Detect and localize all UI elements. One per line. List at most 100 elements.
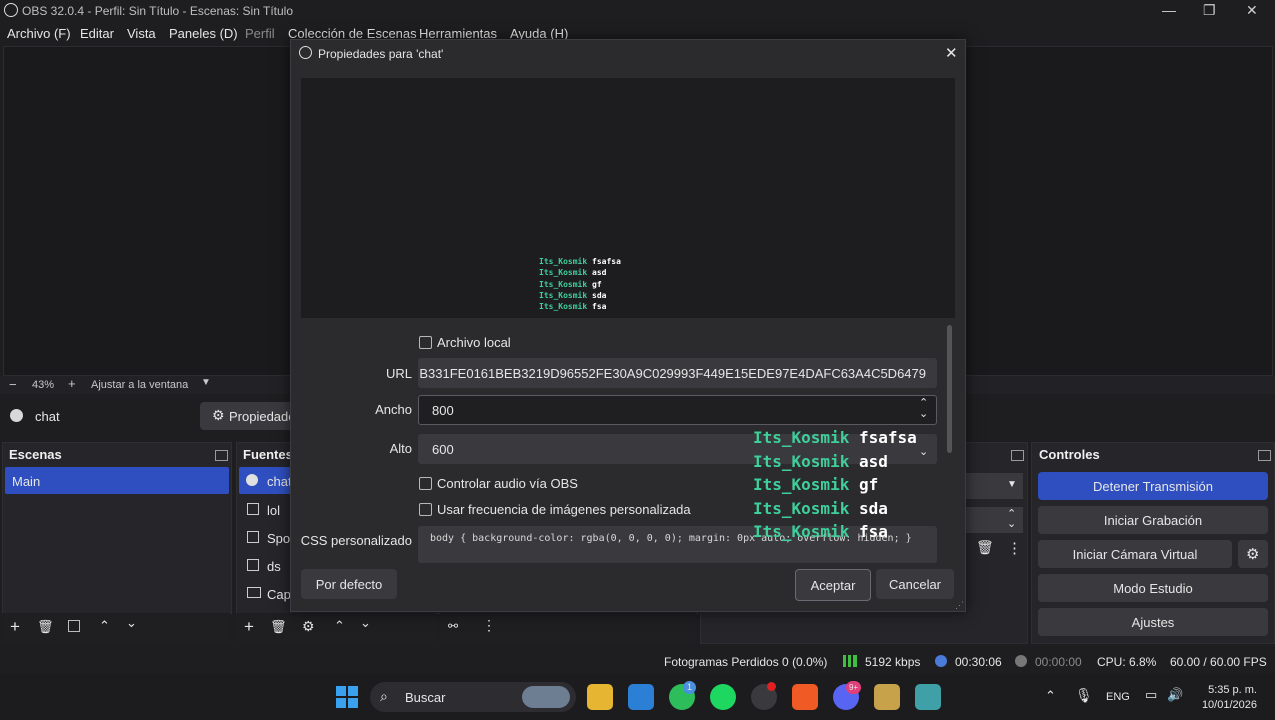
move-up-icon[interactable]: ⌃ [334,618,345,634]
undock-icon[interactable] [215,450,228,461]
menu-perfil[interactable]: Perfil [245,26,275,41]
chevron-down-icon[interactable]: ⌄ [919,445,928,458]
control-audio-checkbox[interactable] [419,477,432,490]
gear-icon: ⚙ [212,407,225,423]
properties-button[interactable]: ⚙ Propiedades [200,402,302,430]
source-item-label: lol [267,503,281,518]
chevron-down-icon[interactable]: ⌄ [919,407,928,420]
selected-source-name: chat [35,409,60,424]
trash-icon[interactable]: 🗑 [37,619,54,635]
trash-icon[interactable]: 🗑 [976,539,994,556]
resize-grip-icon[interactable]: ⋰ [955,600,964,611]
studio-mode-button[interactable]: Modo Estudio [1038,574,1268,602]
maximize-icon[interactable]: ❐ [1203,2,1216,19]
record-time: 00:00:00 [1035,655,1082,669]
ok-button[interactable]: Aceptar [795,569,871,601]
move-up-icon[interactable]: ⌃ [99,618,110,634]
brave-icon[interactable] [792,684,818,710]
undock-icon[interactable] [1011,450,1024,461]
zoom-in-icon[interactable]: + [68,376,76,391]
width-label: Ancho [375,402,412,417]
width-value: 800 [432,403,454,418]
taskbar: ⌕ Buscar 1 9+ ⌃ 🎙 ENG ▭ 🔊 5:35 p. m. 10/… [0,674,1275,720]
volume-icon[interactable]: 🔊 [1167,687,1183,703]
local-file-checkbox[interactable] [419,336,432,349]
custom-fps-checkbox[interactable] [419,503,432,516]
vscode-icon[interactable] [628,684,654,710]
language-indicator[interactable]: ENG [1106,691,1130,703]
settings-button[interactable]: Ajustes [1038,608,1268,636]
filter-icon[interactable] [68,620,80,632]
add-scene-icon[interactable]: + [10,617,20,637]
url-input[interactable]: 3F9698E39B331FE0161BEB3219D96552FE30A9C0… [418,358,937,388]
preview-chat-list: Its_Kosmik fsafsa Its_Kosmik asd Its_Kosmi… [539,256,621,312]
window-title: OBS 32.0.4 - Perfil: Sin Título - Escena… [22,4,294,18]
virtual-camera-settings-button[interactable]: ⚙ [1238,540,1268,568]
chevron-down-icon: ⌄ [1007,518,1017,530]
more-icon[interactable]: ⋮ [482,617,496,634]
chevron-up-icon[interactable]: ⌃ [1045,688,1056,704]
stream-time: 00:30:06 [955,655,1002,669]
audio-source-icon [247,503,259,515]
controls-dock: Controles Detener Transmisión Iniciar Gr… [1031,442,1275,644]
scenes-toolbar: + 🗑 ⌃ ⌄ [2,613,230,643]
clock-time[interactable]: 5:35 p. m. [1201,684,1257,696]
link-icon[interactable]: ⚯ [448,619,458,633]
add-source-icon[interactable]: + [244,617,254,637]
chat-username: Its_Kosmik [753,428,850,447]
league-client-icon[interactable] [874,684,900,710]
chat-message: Its_Kosmik sda [539,290,621,301]
zoom-fit-label[interactable]: Ajustar a la ventana [91,379,188,391]
spotify-icon[interactable] [710,684,736,710]
move-down-icon[interactable]: ⌄ [126,615,137,631]
scene-item-main[interactable]: Main [5,467,229,494]
menu-vista[interactable]: Vista [127,26,156,41]
signal-icon [843,655,857,667]
properties-dialog: Propiedades para 'chat' ✕ Its_Kosmik fsa… [290,39,966,612]
defaults-button[interactable]: Por defecto [301,569,397,599]
chat-message: Its_Kosmik fsafsa [539,256,621,267]
title-bar: OBS 32.0.4 - Perfil: Sin Título - Escena… [0,0,1275,22]
taskbar-search[interactable]: ⌕ Buscar [370,682,576,712]
settings-label: Ajustes [1131,615,1175,630]
fps-readout: 60.00 / 60.00 FPS [1170,655,1267,669]
sources-toolbar: + 🗑 ⚙ ⌃ ⌄ [236,613,436,643]
menu-editar[interactable]: Editar [80,26,114,41]
source-item-label: ds [267,559,281,574]
scenes-title: Escenas [9,447,62,462]
stop-stream-button[interactable]: Detener Transmisión [1038,472,1268,500]
zoom-dropdown-icon[interactable]: ▼ [201,377,211,388]
close-dialog-icon[interactable]: ✕ [945,44,958,62]
gear-icon[interactable]: ⚙ [302,618,315,635]
source-item-label: chat [267,474,292,489]
file-explorer-icon[interactable] [587,684,613,710]
cancel-button[interactable]: Cancelar [876,569,954,599]
zoom-out-icon[interactable]: − [9,377,17,392]
mixer-dropdown[interactable]: ▼ [963,473,1023,499]
network-icon[interactable]: ▭ [1145,687,1157,703]
more-icon[interactable]: ⋮ [1007,539,1022,557]
whatsapp-badge: 1 [683,681,696,694]
width-input[interactable]: 800 ⌃ ⌄ [418,395,937,425]
league-game-icon[interactable] [915,684,941,710]
trash-icon[interactable]: 🗑 [270,619,287,635]
undock-icon[interactable] [1258,450,1271,461]
mixer-stepper[interactable]: ⌃ ⌄ [963,507,1023,533]
menu-archivo[interactable]: Archivo (F) [7,26,71,41]
clock-date[interactable]: 10/01/2026 [1199,699,1257,711]
close-window-icon[interactable]: ✕ [1246,2,1258,19]
move-down-icon[interactable]: ⌄ [360,615,371,631]
menu-paneles[interactable]: Paneles (D) [169,26,238,41]
microphone-icon[interactable]: 🎙 [1075,687,1093,704]
dialog-scrollbar[interactable] [947,325,952,453]
start-recording-button[interactable]: Iniciar Grabación [1038,506,1268,534]
virtual-camera-button[interactable]: Iniciar Cámara Virtual [1038,540,1232,568]
chat-text: fsa [592,302,607,312]
cancel-label: Cancelar [888,577,942,592]
windows-start-icon[interactable] [336,686,358,708]
search-placeholder: Buscar [405,690,446,705]
minimize-icon[interactable]: — [1162,2,1176,18]
chat-username: Its_Kosmik [539,268,588,278]
filters-toolbar: ⚯ ⋮ [440,613,696,643]
scenes-dock: Escenas Main [2,442,232,614]
